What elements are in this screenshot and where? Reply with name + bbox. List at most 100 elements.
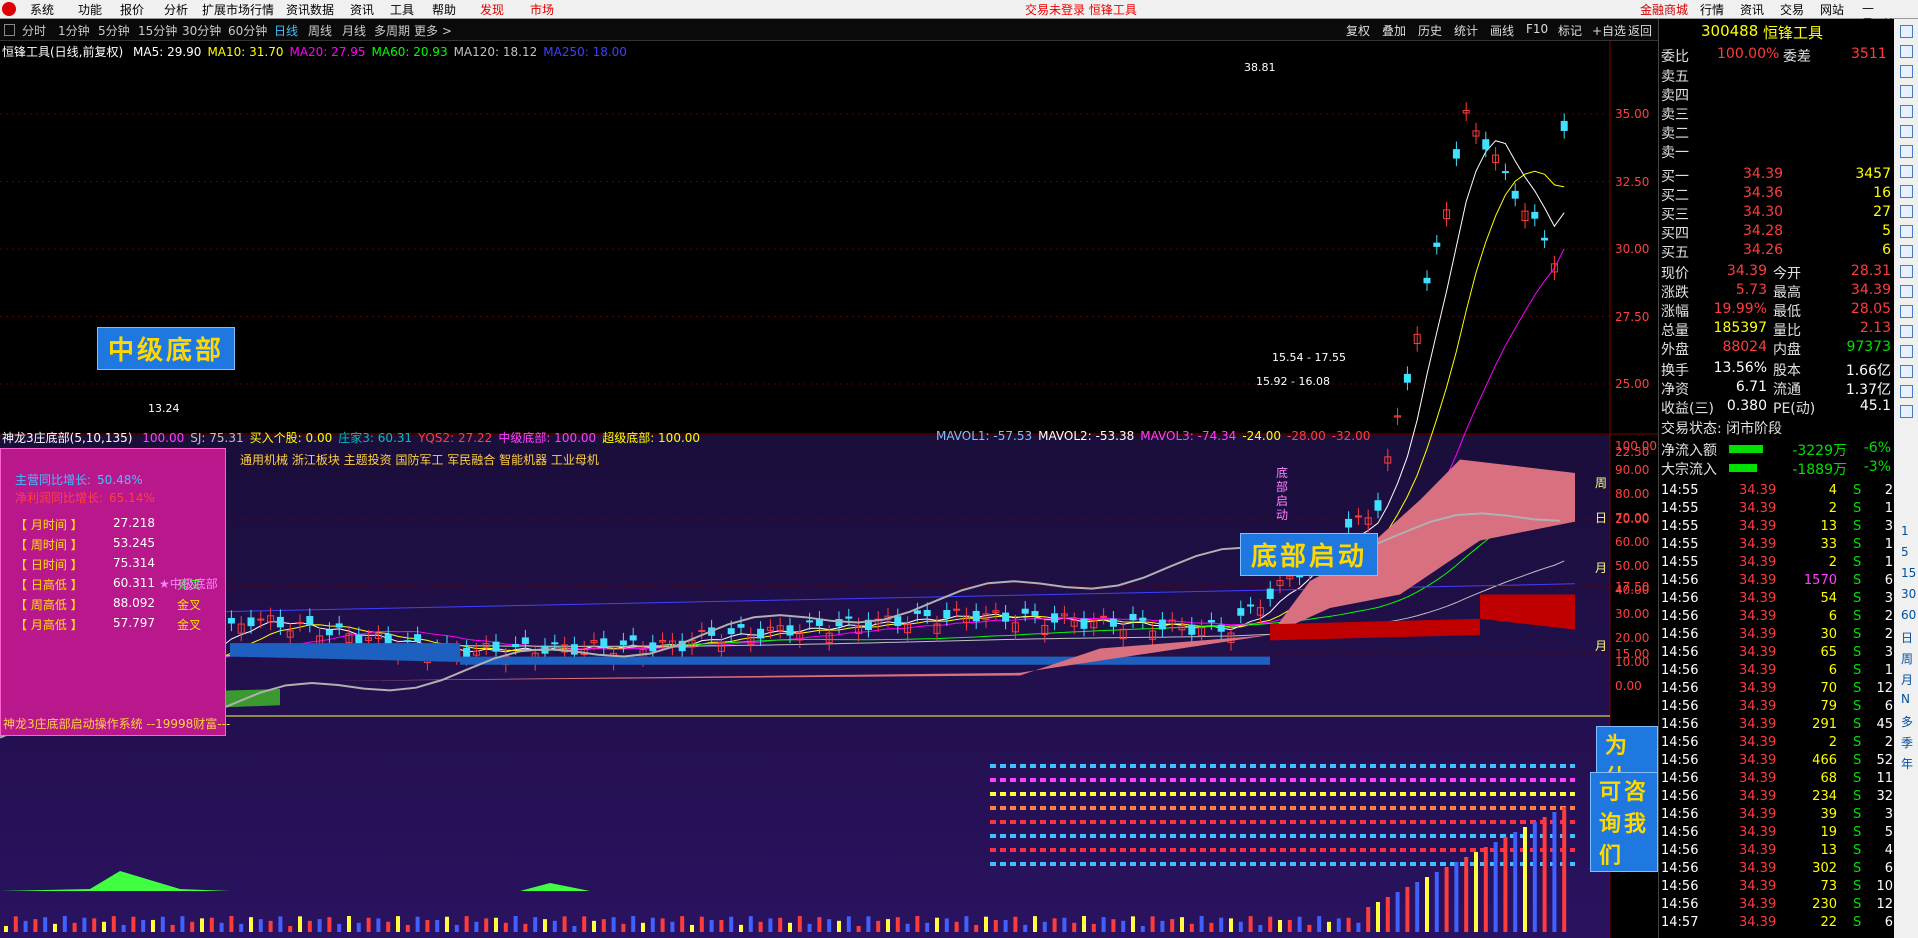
side-period-0[interactable]: 1: [1901, 524, 1909, 538]
menu-item-1[interactable]: 功能: [78, 1, 102, 18]
side-period-9[interactable]: 多: [1901, 713, 1913, 730]
side-tool-icon[interactable]: [1900, 105, 1913, 118]
stock-header: 300488 恒锋工具: [1661, 22, 1893, 42]
period-tab-6[interactable]: 日线: [274, 22, 298, 39]
toolbar-btn-3[interactable]: 统计: [1454, 22, 1478, 39]
side-tool-icon[interactable]: [1900, 25, 1913, 38]
side-tool-icon[interactable]: [1900, 205, 1913, 218]
menu-item-7[interactable]: 工具: [390, 1, 414, 18]
side-tool-icon[interactable]: [1900, 45, 1913, 58]
period-tab-3[interactable]: 15分钟: [138, 22, 177, 39]
side-tool-icon[interactable]: [1900, 225, 1913, 238]
buy-row-2[interactable]: 买三 34.30 27: [1661, 204, 1893, 223]
side-tool-icon[interactable]: [1900, 345, 1913, 358]
side-period-1[interactable]: 5: [1901, 545, 1909, 559]
panel-toggle-icon[interactable]: [4, 24, 15, 36]
side-tool-icon[interactable]: [1900, 385, 1913, 398]
side-tool-icon[interactable]: [1900, 325, 1913, 338]
app-logo-icon[interactable]: [2, 2, 16, 16]
sell-row-2[interactable]: 卖三: [1661, 104, 1893, 123]
toolbar-btn-2[interactable]: 历史: [1418, 22, 1442, 39]
side-tool-icon[interactable]: [1900, 145, 1913, 158]
toolbar-btn-7[interactable]: +自选: [1592, 22, 1626, 39]
sell-label: 卖五: [1661, 69, 1689, 85]
side-period-7[interactable]: 月: [1901, 671, 1913, 688]
side-tool-icon[interactable]: [1900, 265, 1913, 278]
toolbar-btn-1[interactable]: 叠加: [1382, 22, 1406, 39]
side-tool-icon[interactable]: [1900, 245, 1913, 258]
toolbar-btn-0[interactable]: 复权: [1346, 22, 1370, 39]
tick-side: S: [1853, 627, 1862, 642]
menu-item-5[interactable]: 资讯数据: [286, 1, 334, 18]
volume-bar: [621, 923, 626, 932]
volume-bar: [356, 922, 361, 932]
menu-right-2[interactable]: 资讯: [1740, 1, 1764, 18]
sell-row-0[interactable]: 卖五: [1661, 66, 1893, 85]
mavol-legend-1: MAVOL2: -53.38: [1038, 429, 1135, 443]
menu-item-3[interactable]: 分析: [164, 1, 188, 18]
toolbar-btn-5[interactable]: F10: [1526, 22, 1548, 36]
buy-vol: 16: [1873, 185, 1891, 201]
side-tool-icon[interactable]: [1900, 125, 1913, 138]
buy-row-0[interactable]: 买一 34.39 3457: [1661, 166, 1893, 185]
volume-bar: [151, 919, 155, 932]
side-tool-icon[interactable]: [1900, 185, 1913, 198]
ind-ytick-5: 50.00: [1615, 559, 1650, 573]
side-period-11[interactable]: 年: [1901, 755, 1913, 772]
toolbar-btn-6[interactable]: 标记: [1558, 22, 1582, 39]
side-tool-icon[interactable]: [1900, 85, 1913, 98]
menu-item-2[interactable]: 报价: [120, 1, 144, 18]
tick-price: 34.39: [1739, 681, 1777, 696]
buy-row-4[interactable]: 买五 34.26 6: [1661, 242, 1893, 261]
side-tool-icon[interactable]: [1900, 65, 1913, 78]
side-tool-icon[interactable]: [1900, 365, 1913, 378]
side-period-3[interactable]: 30: [1901, 587, 1916, 601]
tick-time: 14:56: [1661, 789, 1699, 804]
menu-item-8[interactable]: 帮助: [432, 1, 456, 18]
side-period-8[interactable]: N: [1901, 692, 1910, 706]
menu-item2-0[interactable]: 发现: [480, 1, 504, 18]
side-period-10[interactable]: 季: [1901, 734, 1913, 751]
period-tab-10[interactable]: 更多 >: [414, 22, 452, 39]
period-tab-7[interactable]: 周线: [308, 22, 332, 39]
menu-right-4[interactable]: 网站: [1820, 1, 1844, 18]
buy-row-1[interactable]: 买二 34.36 16: [1661, 185, 1893, 204]
sell-row-3[interactable]: 卖二: [1661, 123, 1893, 142]
candle-body: [1531, 211, 1539, 219]
menu-item-4[interactable]: 扩展市场行情: [202, 1, 274, 18]
side-period-6[interactable]: 周: [1901, 650, 1913, 667]
volume-bar: [719, 919, 724, 932]
side-period-4[interactable]: 60: [1901, 608, 1916, 622]
tick-count: 3: [1884, 645, 1893, 660]
sell-row-1[interactable]: 卖四: [1661, 85, 1893, 104]
side-tool-icon[interactable]: [1900, 285, 1913, 298]
period-tab-8[interactable]: 月线: [342, 22, 366, 39]
side-tool-icon[interactable]: [1900, 305, 1913, 318]
volume-bar: [1248, 916, 1253, 932]
period-tab-2[interactable]: 5分钟: [98, 22, 130, 39]
sell-row-4[interactable]: 卖一: [1661, 142, 1893, 161]
menu-item-0[interactable]: 系统: [30, 1, 54, 18]
menu-item-6[interactable]: 资讯: [350, 1, 374, 18]
tick-vol: 230: [1812, 897, 1837, 912]
menu-right-1[interactable]: 行情: [1700, 1, 1724, 18]
menu-right-3[interactable]: 交易: [1780, 1, 1804, 18]
menu-right-0[interactable]: 金融商城: [1640, 1, 1688, 18]
period-tab-1[interactable]: 1分钟: [58, 22, 90, 39]
side-period-2[interactable]: 15: [1901, 566, 1916, 580]
chart-area[interactable]: 恒锋工具(日线,前复权) MA5: 29.90 MA10: 31.70 MA20: …: [0, 41, 1658, 938]
side-tool-icon[interactable]: [1900, 405, 1913, 418]
side-period-5[interactable]: 日: [1901, 629, 1913, 646]
toolbar-btn-8[interactable]: 返回: [1628, 22, 1652, 39]
chart-canvas[interactable]: [0, 41, 1658, 938]
quote-row-2: 涨幅 19.99% 最低 28.05: [1661, 301, 1893, 320]
period-tab-0[interactable]: 分时: [22, 22, 46, 39]
tick-time: 14:55: [1661, 519, 1699, 534]
period-tab-4[interactable]: 30分钟: [182, 22, 221, 39]
period-tab-5[interactable]: 60分钟: [228, 22, 267, 39]
side-tool-icon[interactable]: [1900, 165, 1913, 178]
period-tab-9[interactable]: 多周期: [374, 22, 410, 39]
toolbar-btn-4[interactable]: 画线: [1490, 22, 1514, 39]
menu-item2-1[interactable]: 市场: [530, 1, 554, 18]
buy-row-3[interactable]: 买四 34.28 5: [1661, 223, 1893, 242]
